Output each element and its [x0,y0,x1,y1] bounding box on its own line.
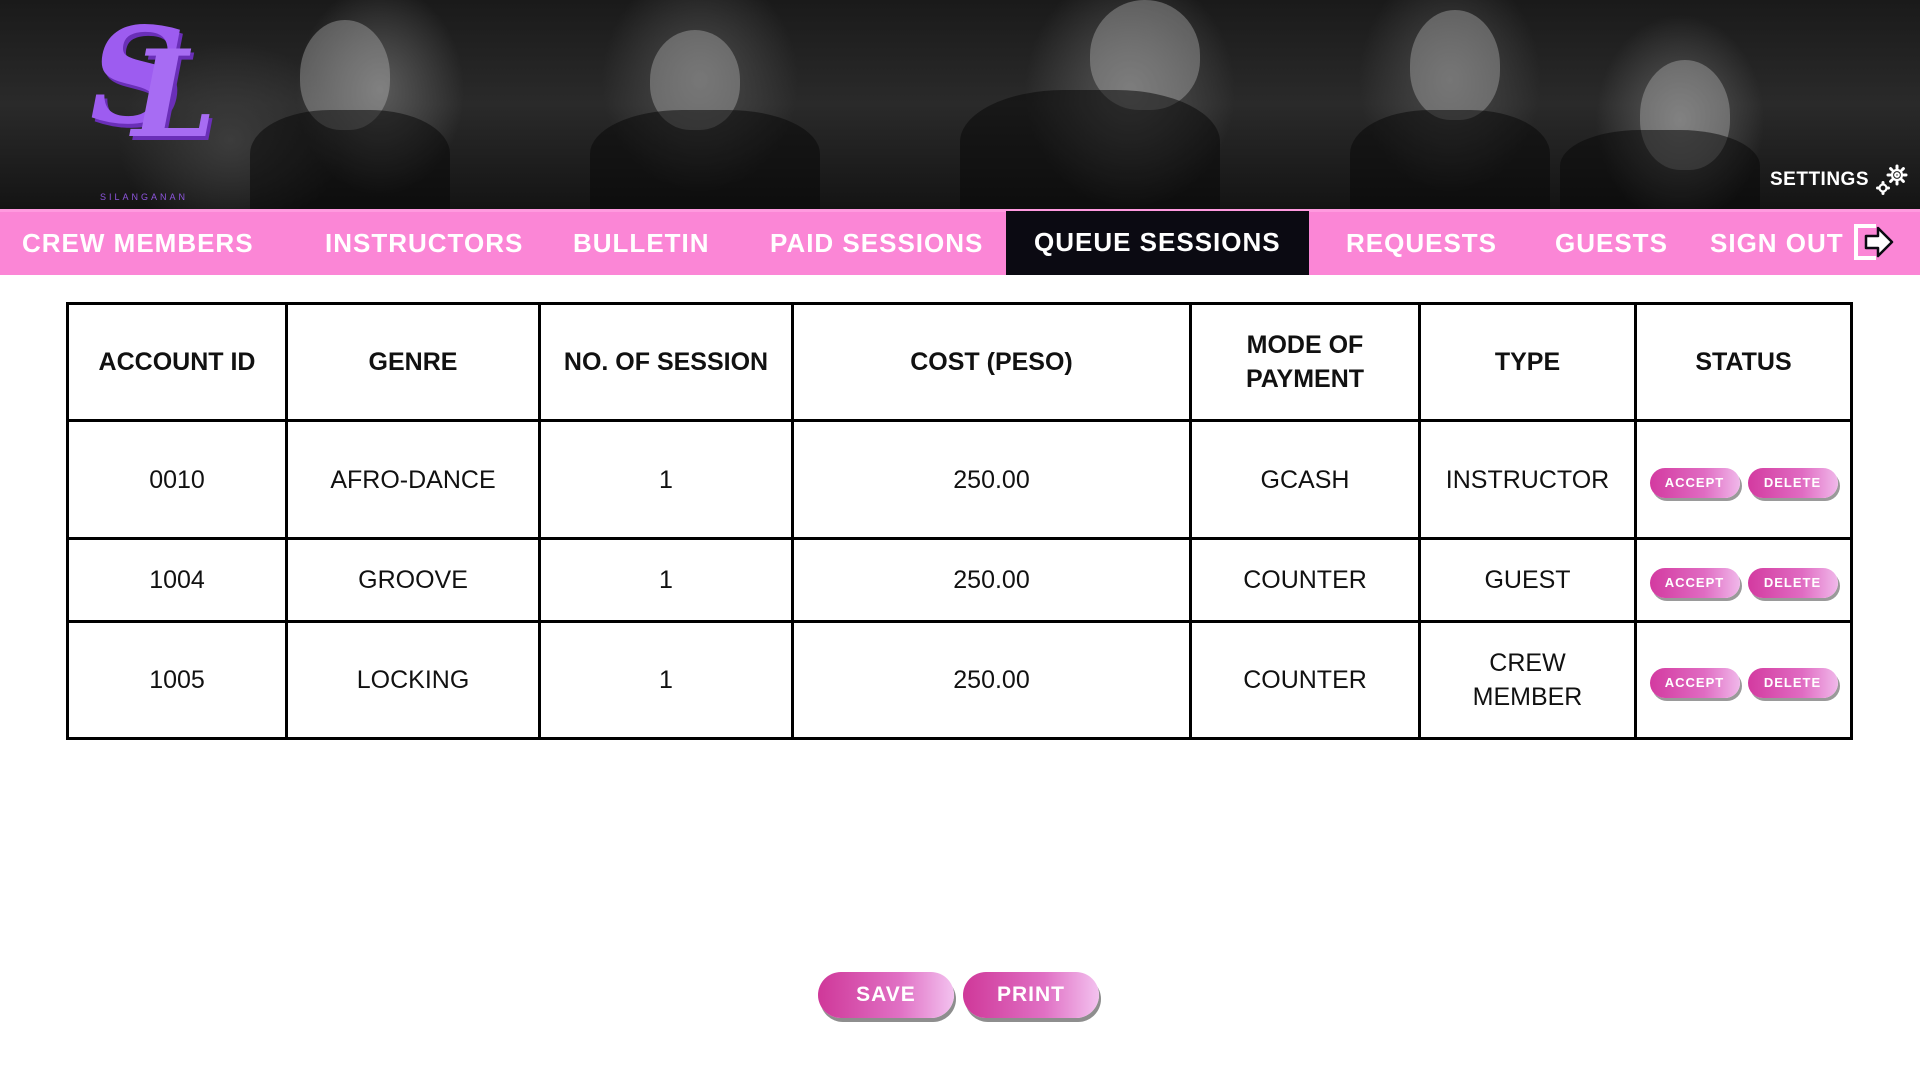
cell-cost: 250.00 [791,419,1192,540]
cell-account-id: 0010 [66,419,288,540]
column-header-payment: MODE OF PAYMENT [1189,302,1421,422]
cell-account-id: 1004 [66,537,288,623]
delete-button[interactable]: DELETE [1747,467,1838,498]
cell-genre: GROOVE [285,537,541,623]
nav-paid-sessions[interactable]: PAID SESSIONS [770,212,983,275]
cell-type: GUEST [1418,537,1637,623]
nav-guests[interactable]: GUESTS [1555,212,1668,275]
hero-banner: SL SILANGANAN SETTINGS [0,0,1920,209]
save-button[interactable]: SAVE [818,972,954,1018]
nav-bulletin[interactable]: BULLETIN [573,212,710,275]
cell-cost: 250.00 [791,620,1192,740]
cell-sessions: 1 [538,537,794,623]
nav-crew-members[interactable]: CREW MEMBERS [22,212,254,275]
accept-button[interactable]: ACCEPT [1649,668,1740,698]
column-header-cost: COST (PESO) [791,302,1192,422]
cell-type: INSTRUCTOR [1418,419,1637,540]
logo-mark: SL [90,0,217,166]
brand-logo: SL SILANGANAN [82,0,232,203]
cell-account-id: 1005 [66,620,288,740]
gear-icon [1876,164,1908,195]
nav-queue-sessions[interactable]: QUEUE SESSIONS [1006,211,1309,275]
column-header-payment-label: MODE OF PAYMENT [1245,331,1365,393]
logo-subtitle: SILANGANAN [100,192,189,202]
dancer-figure [1560,130,1760,209]
dancer-figure [960,90,1220,209]
cell-payment: GCASH [1189,419,1421,540]
cell-status: ACCEPT DELETE [1634,620,1853,740]
cell-status: ACCEPT DELETE [1634,537,1853,623]
sign-out-icon[interactable] [1852,222,1896,262]
cell-genre: AFRO-DANCE [285,419,541,540]
settings-label: SETTINGS [1770,169,1870,190]
table-row: 1004 GROOVE 1 250.00 COUNTER GUEST ACCEP… [66,537,1853,623]
column-header-type: TYPE [1418,302,1637,422]
cell-type: CREW MEMBER [1418,620,1637,740]
nav-instructors[interactable]: INSTRUCTORS [325,212,523,275]
cell-cost: 250.00 [791,537,1192,623]
column-header-account-id: ACCOUNT ID [66,302,288,422]
delete-button[interactable]: DELETE [1747,668,1838,698]
delete-button[interactable]: DELETE [1747,568,1838,598]
column-header-sessions: NO. OF SESSION [538,302,794,422]
column-header-status: STATUS [1634,302,1853,422]
cell-type-label: CREW MEMBER [1472,649,1583,711]
queue-sessions-table: ACCOUNT ID GENRE NO. OF SESSION COST (PE… [66,302,1853,740]
table-row: 0010 AFRO-DANCE 1 250.00 GCASH INSTRUCTO… [66,419,1853,540]
column-header-genre: GENRE [285,302,541,422]
dancer-figure [590,110,820,209]
settings-button[interactable]: SETTINGS [1770,164,1909,196]
nav-requests[interactable]: REQUESTS [1346,212,1497,275]
dancer-figure [250,110,450,209]
cell-payment: COUNTER [1189,537,1421,623]
cell-payment: COUNTER [1189,620,1421,740]
nav-sign-out[interactable]: SIGN OUT [1710,212,1844,275]
dancer-figure [1410,10,1500,120]
print-button[interactable]: PRINT [963,972,1099,1018]
cell-sessions: 1 [538,419,794,540]
main-nav: CREW MEMBERS INSTRUCTORS BULLETIN PAID S… [0,209,1920,275]
accept-button[interactable]: ACCEPT [1649,568,1740,598]
dancer-figure [1350,110,1550,209]
accept-button[interactable]: ACCEPT [1649,467,1740,498]
cell-genre: LOCKING [285,620,541,740]
cell-status: ACCEPT DELETE [1634,419,1853,540]
cell-sessions: 1 [538,620,794,740]
table-row: 1005 LOCKING 1 250.00 COUNTER CREW MEMBE… [66,620,1853,740]
table-header-row: ACCOUNT ID GENRE NO. OF SESSION COST (PE… [66,302,1853,422]
